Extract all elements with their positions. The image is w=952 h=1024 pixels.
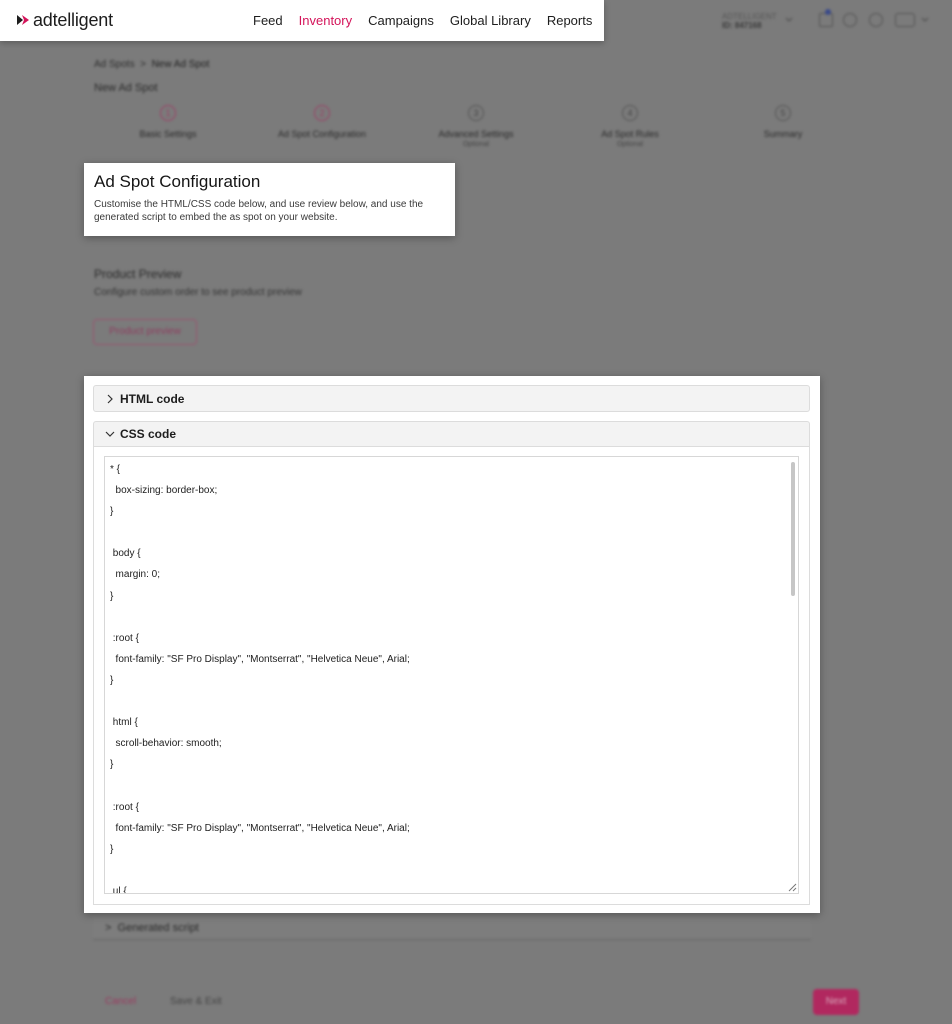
next-button[interactable]: Next <box>813 989 859 1015</box>
save-exit-button[interactable]: Save & Exit <box>170 996 222 1007</box>
help-icon[interactable] <box>869 13 883 27</box>
step-basic-settings[interactable]: 1 Basic Settings <box>93 105 243 139</box>
resize-handle-icon[interactable] <box>786 881 797 892</box>
step-number: 5 <box>775 105 791 121</box>
step-label: Summary <box>763 129 803 139</box>
stepper: 1 Basic Settings 2 Ad Spot Configuration… <box>90 105 860 165</box>
nav-feed[interactable]: Feed <box>253 13 283 28</box>
settings-icon[interactable] <box>843 13 857 27</box>
notification-icon[interactable] <box>819 13 833 27</box>
product-preview-button[interactable]: Product preview <box>93 319 197 345</box>
chevron-down-icon <box>105 431 115 437</box>
menu-chevron-icon[interactable] <box>921 13 935 27</box>
user-account-name: ADTELLIGENT <box>722 12 777 21</box>
css-code-accordion[interactable]: CSS code <box>93 421 810 447</box>
css-code-editor[interactable]: * { box-sizing: border-box; } body { mar… <box>104 456 799 894</box>
css-code-text[interactable]: * { box-sizing: border-box; } body { mar… <box>110 459 410 893</box>
main-nav: Feed Inventory Campaigns Global Library … <box>253 0 592 41</box>
product-preview-subtitle: Configure custom order to see product pr… <box>94 287 302 298</box>
nav-global-library[interactable]: Global Library <box>450 13 531 28</box>
header-icons <box>785 9 935 29</box>
breadcrumb-current: New Ad Spot <box>151 59 210 70</box>
step-ad-spot-rules[interactable]: 4 Ad Spot Rules Optional <box>555 105 705 148</box>
step-sublabel: Optional <box>462 141 490 148</box>
nav-reports[interactable]: Reports <box>547 13 593 28</box>
code-panel: HTML code CSS code * { box-sizing: borde… <box>84 376 820 913</box>
step-sublabel: Optional <box>616 141 644 148</box>
html-code-label: HTML code <box>120 391 185 406</box>
product-preview-title: Product Preview <box>94 267 182 281</box>
nav-inventory[interactable]: Inventory <box>299 13 352 28</box>
page-title: New Ad Spot <box>94 82 158 94</box>
step-label: Ad Spot Rules <box>601 129 659 139</box>
ad-spot-configuration-header: Ad Spot Configuration Customise the HTML… <box>84 163 455 236</box>
step-number: 4 <box>622 105 638 121</box>
generated-script-label: Generated script <box>117 922 199 934</box>
css-code-body: * { box-sizing: border-box; } body { mar… <box>93 446 810 905</box>
user-account[interactable]: ADTELLIGENT ID: 847168 <box>722 12 777 30</box>
top-navigation: adtelligent Feed Inventory Campaigns Glo… <box>0 0 604 41</box>
chevron-right-icon <box>107 394 113 403</box>
logo[interactable]: adtelligent <box>16 9 113 31</box>
breadcrumb-separator: > <box>140 59 146 70</box>
chevron-down-icon[interactable] <box>785 13 793 27</box>
logo-icon <box>16 13 31 27</box>
editor-scrollbar[interactable] <box>791 462 796 882</box>
breadcrumb-ad-spots[interactable]: Ad Spots <box>94 59 135 70</box>
step-advanced-settings[interactable]: 3 Advanced Settings Optional <box>401 105 551 148</box>
user-account-id: ID: 847168 <box>722 21 762 30</box>
nav-campaigns[interactable]: Campaigns <box>368 13 434 28</box>
step-number: 3 <box>468 105 484 121</box>
section-description: Customise the HTML/CSS code below, and u… <box>94 199 424 223</box>
generated-script-accordion[interactable]: > Generated script <box>93 916 811 940</box>
editor-scrollbar-thumb[interactable] <box>791 462 795 596</box>
step-number: 2 <box>314 105 330 121</box>
step-label: Ad Spot Configuration <box>277 129 367 139</box>
html-code-accordion[interactable]: HTML code <box>93 385 810 412</box>
step-number: 1 <box>160 105 176 121</box>
step-label: Advanced Settings <box>438 129 514 139</box>
section-title: Ad Spot Configuration <box>94 172 261 191</box>
breadcrumb: Ad Spots > New Ad Spot <box>94 59 209 70</box>
logo-text: adtelligent <box>33 9 113 30</box>
css-code-label: CSS code <box>120 427 177 441</box>
language-icon[interactable] <box>895 13 915 27</box>
step-label: Basic Settings <box>139 129 197 139</box>
step-summary[interactable]: 5 Summary <box>708 105 858 139</box>
step-ad-spot-configuration[interactable]: 2 Ad Spot Configuration <box>247 105 397 139</box>
notification-badge <box>825 9 831 15</box>
cancel-button[interactable]: Cancel <box>105 996 136 1007</box>
